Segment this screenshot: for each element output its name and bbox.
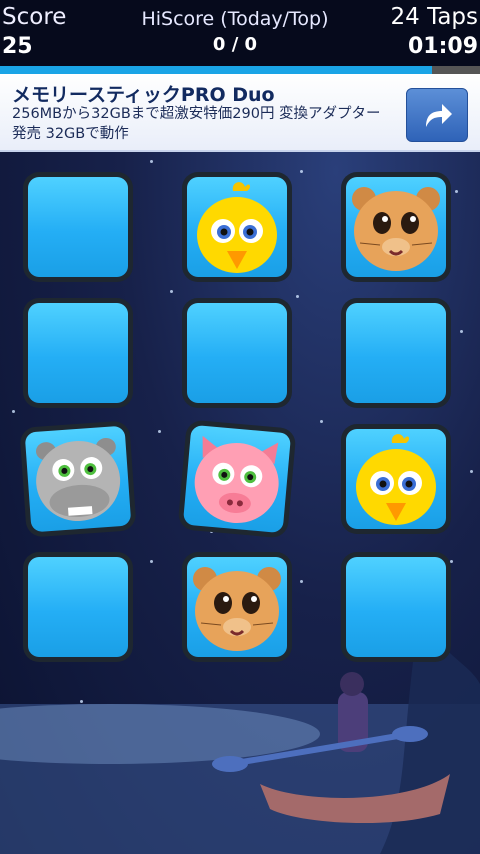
card-face — [187, 177, 287, 277]
chick-icon — [356, 434, 436, 525]
ad-open-button[interactable] — [406, 88, 468, 142]
memory-card-hamster[interactable] — [341, 172, 451, 282]
card-face — [28, 557, 128, 657]
memory-card-face-down[interactable] — [182, 298, 292, 408]
memory-card-pig[interactable] — [177, 419, 297, 539]
memory-card-face-down[interactable] — [341, 552, 451, 662]
memory-card-face-down[interactable] — [23, 298, 133, 408]
pig-icon — [194, 435, 279, 524]
card-face — [346, 557, 446, 657]
game-hud: Score 25 HiScore (Today/Top) 0 / 0 24 Ta… — [0, 0, 480, 66]
chick-icon — [197, 182, 277, 273]
card-face — [28, 177, 128, 277]
memory-card-hippo[interactable] — [19, 420, 137, 538]
memory-card-hamster[interactable] — [182, 552, 292, 662]
time-progress-fill — [0, 66, 432, 74]
memory-card-chick[interactable] — [341, 424, 451, 534]
card-face — [24, 425, 132, 533]
ad-banner[interactable]: メモリースティックPRO Duo 256MBから32GBまで超激安特価290円 … — [0, 74, 480, 152]
timer: 01:09 — [407, 34, 478, 59]
time-progress-bar — [0, 66, 480, 74]
card-face — [346, 177, 446, 277]
hippo-icon — [35, 437, 121, 522]
ad-title: メモリースティックPRO Duo — [12, 84, 275, 106]
hiscore-value: 0 / 0 — [212, 34, 258, 55]
taps-count: 24 Taps — [390, 4, 479, 30]
ad-body: 256MBから32GBまで超激安特価290円 変換アダプター発売 32GBで動作 — [12, 106, 381, 142]
card-face — [28, 303, 128, 403]
card-face — [346, 429, 446, 529]
card-face — [182, 424, 292, 534]
hamster-icon — [352, 187, 440, 271]
memory-card-face-down[interactable] — [23, 172, 133, 282]
card-face — [187, 303, 287, 403]
hamster-icon — [193, 567, 281, 651]
memory-card-face-down[interactable] — [23, 552, 133, 662]
share-arrow-icon — [426, 104, 452, 127]
memory-card-chick[interactable] — [182, 172, 292, 282]
memory-card-face-down[interactable] — [341, 298, 451, 408]
card-face — [346, 303, 446, 403]
card-face — [187, 557, 287, 657]
